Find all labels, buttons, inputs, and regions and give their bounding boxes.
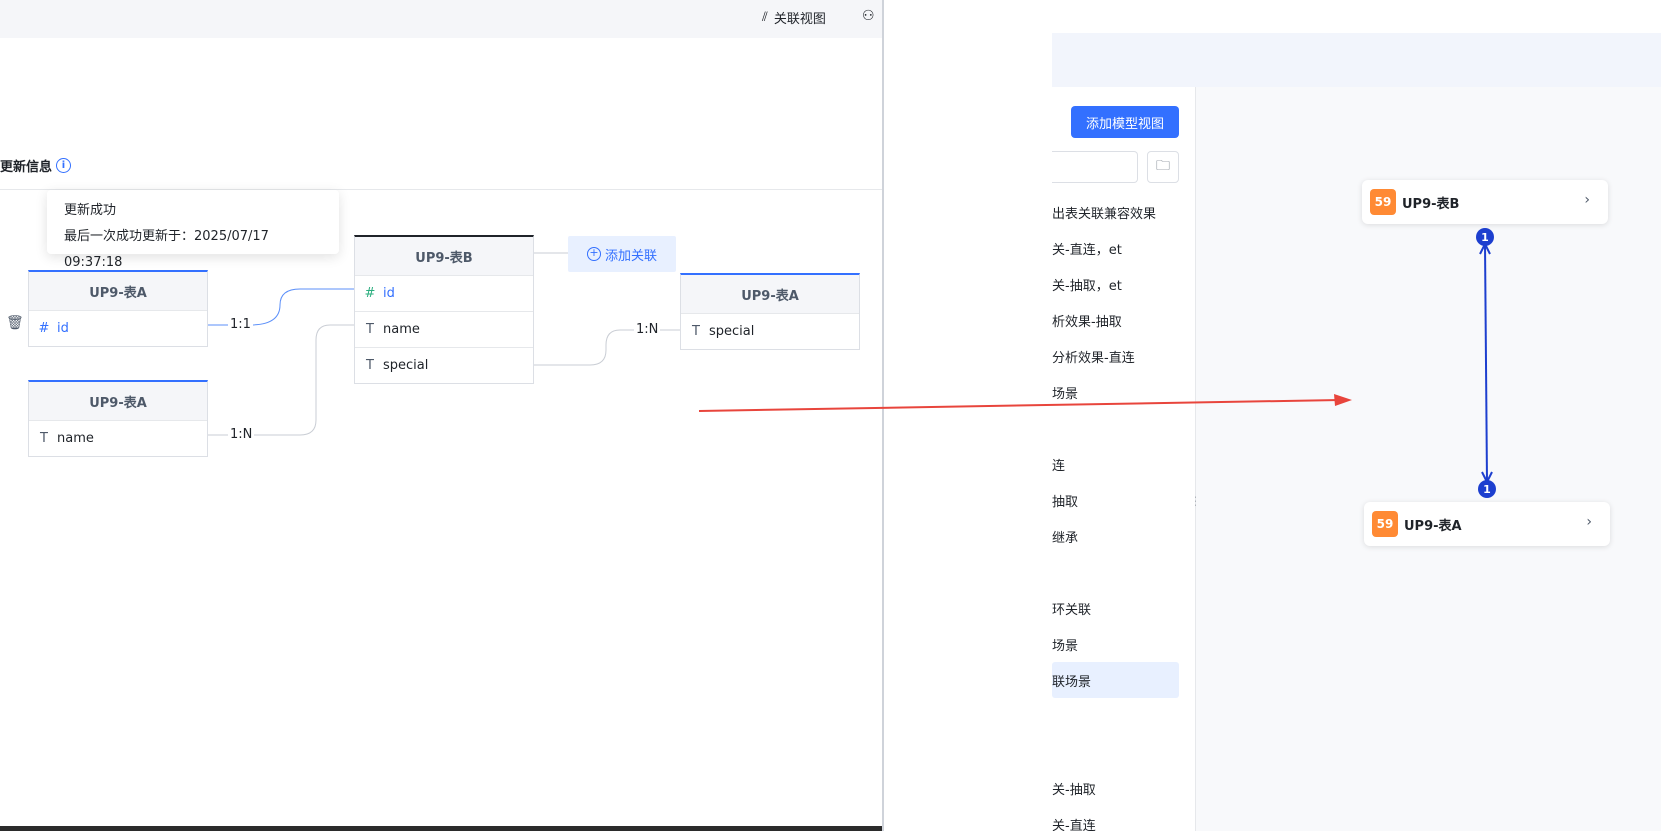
text-type-icon: T — [692, 324, 700, 339]
update-tooltip: 更新成功 最后一次成功更新于：2025/07/17 09:37:18 — [47, 190, 339, 270]
relation-label[interactable]: 1:N — [634, 322, 661, 337]
table-title: UP9-表A — [29, 382, 207, 420]
relation-count-badge: 1 — [1476, 228, 1494, 246]
table-title: UP9-表A — [681, 275, 859, 313]
table-card[interactable]: UP9-表B # id T name T special — [354, 235, 534, 384]
model-node[interactable]: 59 UP9-表A › — [1364, 502, 1610, 546]
number-type-icon: # — [38, 321, 50, 336]
field-row[interactable]: # id — [29, 310, 207, 346]
chevron-right-icon[interactable]: › — [1586, 514, 1592, 530]
plus-icon: + — [586, 247, 601, 261]
text-type-icon: T — [40, 431, 48, 446]
bottom-bar — [0, 826, 883, 831]
table-card[interactable]: UP9-表A T name — [28, 380, 208, 457]
relation-label[interactable]: 1:1 — [228, 317, 253, 332]
number-type-icon: # — [364, 286, 376, 301]
chevron-right-icon[interactable]: › — [1584, 192, 1590, 208]
data-source-icon: 59 — [1370, 189, 1396, 215]
add-relation-button[interactable]: + 添加关联 — [568, 236, 676, 272]
model-relation-panel: ⫽ 关联视图 ⚇ 更新信息 i 🗑 UP9-表A # id UP9-表A T n… — [0, 0, 883, 831]
relation-label[interactable]: 1:N — [228, 427, 255, 442]
node-title: UP9-表B — [1402, 196, 1460, 212]
data-source-icon: 59 — [1372, 511, 1398, 537]
trash-icon[interactable]: 🗑 — [6, 315, 24, 331]
text-type-icon: T — [366, 322, 374, 337]
relation-count-badge: 1 — [1478, 480, 1496, 498]
link-line — [1484, 243, 1488, 483]
field-row[interactable]: T special — [681, 313, 859, 349]
table-title: UP9-表B — [355, 237, 533, 275]
model-view-panel: 添加模型视图 🗀 出表关联兼容效果 关-直连，et 关-抽取，et 析效果-抽取… — [884, 0, 1661, 831]
field-row[interactable]: T name — [29, 420, 207, 456]
field-row[interactable]: # id — [355, 275, 533, 311]
field-row[interactable]: T name — [355, 311, 533, 347]
node-title: UP9-表A — [1404, 518, 1462, 534]
field-row[interactable]: T special — [355, 347, 533, 383]
table-card[interactable]: UP9-表A T special — [680, 273, 860, 350]
text-type-icon: T — [366, 358, 374, 373]
model-node[interactable]: 59 UP9-表B › — [1362, 180, 1608, 224]
relation-line-2 — [208, 324, 354, 436]
node-link — [1479, 241, 1493, 485]
table-card[interactable]: UP9-表A # id — [28, 270, 208, 347]
table-title: UP9-表A — [29, 272, 207, 310]
